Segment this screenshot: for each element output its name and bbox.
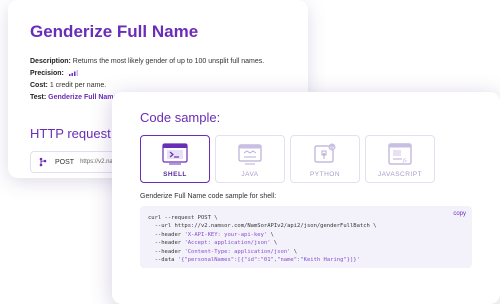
precision-row: Precision:	[30, 68, 308, 80]
code-text: --data	[148, 257, 178, 264]
signal-strength-icon	[68, 70, 78, 77]
tab-shell[interactable]: SHELL	[140, 135, 210, 183]
cost-text: 1 credit per name.	[47, 82, 107, 89]
description-label: Description:	[30, 58, 71, 65]
endpoint-title: Genderize Full Name	[30, 22, 199, 41]
description-row: Description: Returns the most likely gen…	[30, 56, 308, 68]
tab-java-label: JAVA	[241, 171, 259, 178]
tab-javascript-label: JAVASCRIPT	[377, 171, 423, 178]
test-label: Test:	[30, 94, 47, 101]
code-sample-caption: Genderize Full Name code sample for shel…	[140, 193, 277, 200]
code-line: curl --request POST \	[148, 215, 218, 221]
java-icon	[238, 144, 262, 165]
tab-python-label: PYTHON	[309, 171, 341, 178]
code-sample-card: Code sample: SHELL JAVA py PYTHON JS JAV…	[112, 92, 500, 304]
python-icon: py	[314, 143, 336, 163]
javascript-icon: JS	[388, 143, 412, 165]
code-block: copy curl --request POST \ --url https:/…	[140, 206, 472, 268]
code-string: 'Content-Type: application/json'	[184, 248, 291, 255]
code-string: 'Accept: application/json'	[184, 240, 271, 247]
tab-javascript[interactable]: JS JAVASCRIPT	[365, 135, 435, 183]
terminal-icon	[162, 143, 188, 165]
svg-text:JS: JS	[402, 158, 407, 163]
tab-python[interactable]: py PYTHON	[290, 135, 360, 183]
cost-label: Cost:	[30, 82, 48, 89]
tab-java[interactable]: JAVA	[215, 135, 285, 183]
branch-icon	[39, 157, 47, 167]
code-text: --header	[148, 248, 185, 255]
code-line: --header 'Accept: application/json' \	[148, 239, 472, 247]
precision-label: Precision:	[30, 70, 64, 77]
code-text: \	[267, 231, 274, 238]
tab-shell-label: SHELL	[163, 171, 187, 178]
code-text: \	[270, 240, 278, 247]
language-tabs: SHELL JAVA py PYTHON JS JAVASCRIPT	[140, 135, 500, 183]
code-line: --header 'Content-Type: application/json…	[148, 248, 472, 256]
description-text: Returns the most likely gender of up to …	[70, 58, 265, 65]
svg-text:py: py	[330, 146, 334, 150]
code-text: \	[290, 248, 298, 255]
cost-row: Cost: 1 credit per name.	[30, 80, 308, 92]
code-line: --header 'X-API-KEY: your-api-key' \	[148, 231, 472, 239]
code-line: --url https://v2.namsor.com/NamSorAPIv2/…	[148, 223, 377, 230]
code-text: --header	[148, 231, 185, 238]
code-sample-title: Code sample:	[140, 110, 221, 125]
code-string: 'X-API-KEY: your-api-key'	[184, 231, 268, 238]
code-line: --data '{"personalNames":[{"id":"01","na…	[148, 256, 472, 264]
copy-button[interactable]: copy	[453, 210, 466, 218]
http-method: POST	[55, 158, 75, 166]
code-string: '{"personalNames":[{"id":"01","name":"Ke…	[177, 257, 360, 264]
code-text: --header	[148, 240, 185, 247]
test-link[interactable]: Genderize Full Name l	[48, 94, 121, 101]
